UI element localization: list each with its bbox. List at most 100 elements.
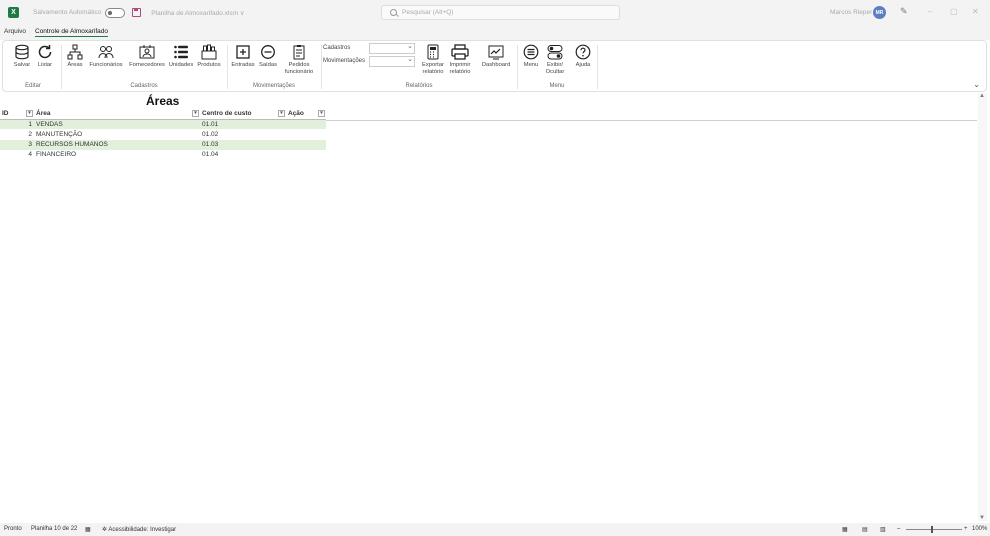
scroll-up-icon[interactable]: ▲ — [979, 93, 985, 99]
people-icon — [98, 46, 114, 59]
funcionarios-button[interactable]: Funcionários — [87, 44, 125, 69]
printer-icon — [451, 44, 469, 60]
salvar-button[interactable]: Salvar — [12, 44, 32, 69]
tab-arquivo[interactable]: Arquivo — [4, 28, 26, 35]
table-row[interactable]: 1 VENDAS 01.01 — [0, 119, 326, 130]
title-bar: X Salvamento Automático Planilha de Almo… — [0, 0, 990, 26]
plus-box-icon — [236, 45, 250, 59]
listar-button[interactable]: Listar — [35, 44, 55, 69]
excel-logo-icon: X — [8, 7, 19, 18]
menu-label: Menu — [523, 62, 539, 68]
exibir-label: Exibir/ — [546, 62, 564, 68]
exportar-relatorio-label: relatório — [422, 69, 444, 75]
filter-dropdown-icon[interactable]: ▾ — [26, 110, 33, 117]
cell-area[interactable]: RECURSOS HUMANOS — [34, 139, 200, 150]
imprimir-relatorio-button[interactable]: Imprimir relatório — [447, 44, 473, 76]
cell-area[interactable]: MANUTENÇÃO — [34, 129, 200, 139]
menu-button[interactable]: Menu — [520, 44, 542, 69]
save-icon[interactable] — [132, 8, 142, 17]
cell-acao[interactable] — [286, 150, 326, 160]
exportar-relatorio-button[interactable]: Exportar relatório — [420, 44, 446, 76]
cell-id[interactable]: 4 — [0, 150, 34, 160]
cell-area[interactable]: FINANCEIRO — [34, 150, 200, 160]
column-header-id[interactable]: ID ▾ — [0, 109, 34, 120]
ocultar-label: Ocultar — [545, 69, 565, 75]
macro-record-icon[interactable]: ▦ — [85, 526, 91, 533]
products-icon — [201, 44, 217, 60]
close-button[interactable]: ✕ — [972, 7, 979, 16]
cell-id[interactable]: 3 — [0, 139, 34, 150]
refresh-icon — [38, 45, 52, 59]
fornecedores-button[interactable]: Fornecedores — [127, 44, 167, 69]
export-calculator-icon — [427, 44, 439, 60]
zoom-slider-thumb[interactable] — [931, 526, 933, 533]
cadastros-report-select[interactable] — [369, 42, 415, 54]
column-header-acao[interactable]: Ação ▾ — [286, 109, 326, 120]
unidades-button[interactable]: Unidades — [168, 44, 194, 69]
exibir-ocultar-button[interactable]: Exibir/ Ocultar — [542, 44, 568, 76]
avatar[interactable]: MR — [873, 6, 886, 19]
cell-centro-custo[interactable]: 01.02 — [200, 129, 286, 139]
search-placeholder: Pesquisar (Alt+Q) — [402, 9, 454, 16]
column-header-area[interactable]: Área ▾ — [34, 109, 200, 120]
help-icon — [575, 44, 591, 60]
zoom-in-button[interactable]: + — [964, 526, 968, 532]
cell-centro-custo[interactable]: 01.03 — [200, 139, 286, 150]
collapse-ribbon-icon[interactable]: ⌄ — [973, 80, 980, 89]
imprimir-relatorio-label: relatório — [449, 69, 471, 75]
table-row[interactable]: 3 RECURSOS HUMANOS 01.03 — [0, 139, 326, 150]
pedidos-funcionario-button[interactable]: Pedidos funcionário — [281, 44, 317, 76]
entradas-button[interactable]: Entradas — [231, 44, 255, 69]
autosave-toggle[interactable] — [105, 7, 126, 18]
areas-button[interactable]: Áreas — [65, 44, 85, 69]
cell-id[interactable]: 2 — [0, 129, 34, 139]
table-row[interactable]: 4 FINANCEIRO 01.04 — [0, 150, 326, 160]
areas-table: ID ▾ Área ▾ Centro de custo ▾ Ação ▾ 1 VENDA… — [0, 109, 326, 160]
cell-centro-custo[interactable]: 01.04 — [200, 150, 286, 160]
page-layout-icon[interactable]: ▤ — [862, 526, 868, 533]
cadastros-combo-label: Cadastros — [323, 45, 351, 51]
funcionario-label: funcionário — [284, 69, 314, 75]
page-break-icon[interactable]: ▥ — [880, 526, 886, 533]
filter-dropdown-icon[interactable]: ▾ — [278, 110, 285, 117]
salvar-label: Salvar — [13, 62, 31, 68]
listar-label: Listar — [37, 62, 53, 68]
column-header-centro-custo[interactable]: Centro de custo ▾ — [200, 109, 286, 120]
produtos-button[interactable]: Produtos — [196, 44, 222, 69]
pen-icon[interactable]: ✎ — [900, 7, 909, 16]
search-input[interactable]: Pesquisar (Alt+Q) — [381, 5, 620, 20]
file-name-dropdown[interactable]: Planilha de Almoxarifado.xlsm ∨ — [151, 9, 244, 17]
cell-acao[interactable] — [286, 119, 326, 130]
sheet-count: Planilha 10 de 22 — [31, 526, 78, 532]
minimize-button[interactable]: – — [928, 7, 932, 16]
cell-centro-custo[interactable]: 01.01 — [200, 119, 286, 130]
cell-acao[interactable] — [286, 139, 326, 150]
filter-dropdown-icon[interactable]: ▾ — [318, 110, 325, 117]
tab-controle-almoxarifado[interactable]: Controle de Almoxarifado — [35, 28, 108, 37]
accessibility-status[interactable]: ✲ Acessibilidade: Investigar — [102, 526, 176, 533]
cell-id[interactable]: 1 — [0, 119, 34, 130]
group-separator — [597, 45, 598, 89]
table-row[interactable]: 2 MANUTENÇÃO 01.02 — [0, 129, 326, 139]
vertical-scrollbar[interactable]: ▲ ▼ — [978, 93, 987, 521]
group-label-movimentacoes: Movimentações — [252, 83, 296, 89]
saidas-button[interactable]: Saídas — [257, 44, 279, 69]
movimentacoes-report-select[interactable] — [369, 55, 415, 67]
dashboard-button[interactable]: Dashboard — [479, 44, 513, 69]
zoom-slider[interactable] — [906, 529, 962, 530]
ribbon: Salvar Listar Editar Áreas Funcionários … — [2, 40, 987, 92]
zoom-out-button[interactable]: – — [897, 526, 900, 532]
cell-acao[interactable] — [286, 129, 326, 139]
ajuda-label: Ajuda — [575, 62, 591, 68]
funcionarios-label: Funcionários — [89, 62, 123, 68]
ajuda-button[interactable]: Ajuda — [571, 44, 595, 69]
scroll-down-icon[interactable]: ▼ — [979, 515, 985, 521]
page-title: Áreas — [146, 94, 180, 108]
saidas-label: Saídas — [258, 62, 278, 68]
zoom-level[interactable]: 100% — [972, 526, 987, 532]
filter-dropdown-icon[interactable]: ▾ — [192, 110, 199, 117]
restore-button[interactable]: ▢ — [950, 7, 958, 16]
normal-view-icon[interactable]: ▦ — [842, 526, 848, 533]
entradas-label: Entradas — [231, 62, 255, 68]
cell-area[interactable]: VENDAS — [34, 119, 200, 130]
